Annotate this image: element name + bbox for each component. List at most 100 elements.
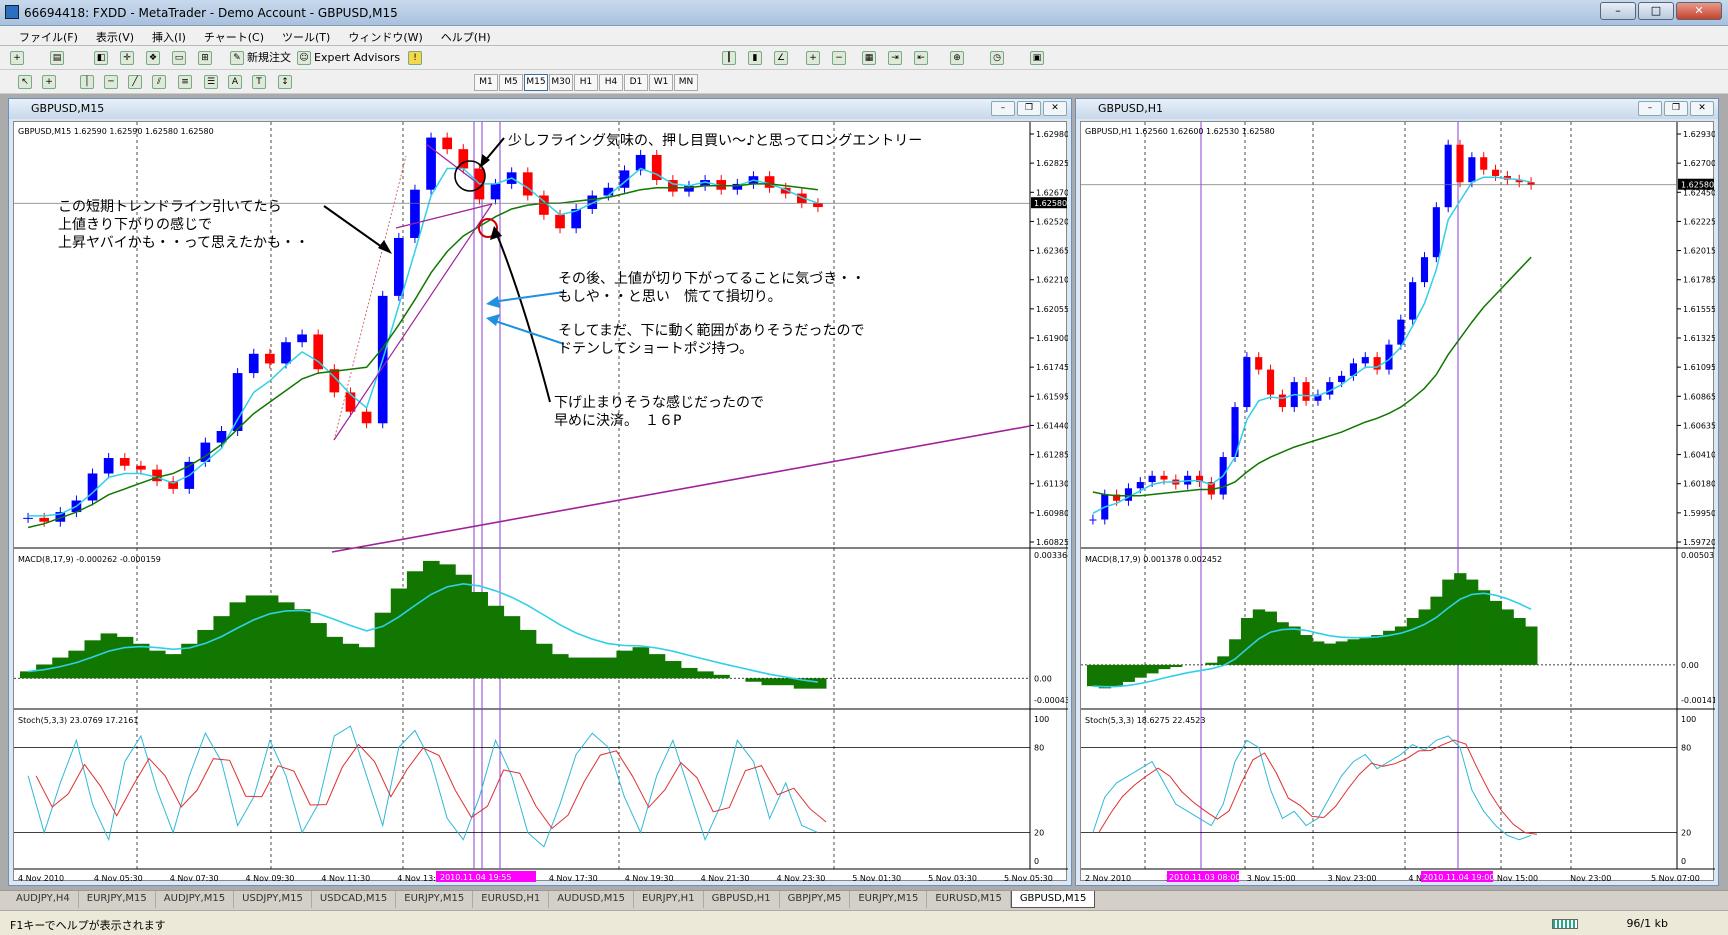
close-button[interactable]: ✕ xyxy=(1676,2,1722,20)
candle-body xyxy=(1480,157,1488,170)
line-chart-icon[interactable]: ∠ xyxy=(774,51,788,65)
chart-body[interactable]: 1.62980 1.62825 1.62670 1.62520 1.62365 1.622… xyxy=(13,121,1068,882)
chart-shift-icon[interactable]: ⇤ xyxy=(914,51,928,65)
chart-tab-gbpusd-h1[interactable]: GBPUSD,H1 xyxy=(704,891,780,908)
horizontal-line-icon[interactable]: ─ xyxy=(104,75,118,89)
candle-body xyxy=(1527,182,1535,185)
stoch-scale-label: 20 xyxy=(1034,829,1044,838)
macd-histogram-bar xyxy=(568,657,585,679)
fibo-fan-icon[interactable]: ☰ xyxy=(204,75,218,89)
chart-tab-gbpusd-m15[interactable]: GBPUSD,M15 xyxy=(1010,891,1096,908)
terminal-icon[interactable]: ▭ xyxy=(172,51,186,65)
timeframe-d1[interactable]: D1 xyxy=(624,74,648,91)
chart-close-button[interactable]: ✕ xyxy=(1043,101,1067,116)
macd-scale-label: 0.00 xyxy=(1681,661,1699,670)
profiles-icon[interactable]: ▤ xyxy=(50,51,64,65)
new-order-button[interactable]: ✎ 新規注文 xyxy=(230,49,291,67)
timeframe-m1[interactable]: M1 xyxy=(474,74,498,91)
chart-minimize-button[interactable]: – xyxy=(991,101,1015,116)
zoom-in-icon[interactable]: + xyxy=(806,51,820,65)
chart-tab-eurjpy-h1[interactable]: EURJPY,H1 xyxy=(634,891,704,908)
price-chart-h1[interactable]: 1.629301.627001.624501.622251.620151.617… xyxy=(1081,122,1715,882)
time-tick-label: Nov 23:00 xyxy=(1570,874,1611,882)
periods-icon[interactable]: ◷ xyxy=(990,51,1004,65)
macd-histogram-bar xyxy=(116,636,134,679)
chart-restore-button[interactable]: ❐ xyxy=(1017,101,1041,116)
maximize-button[interactable]: □ xyxy=(1638,2,1674,20)
new-chart-icon[interactable]: + xyxy=(10,51,24,65)
chart-window-gbpusd-m15[interactable]: GBPUSD,M15 – ❐ ✕ 1.62980 1.62825 1.62670 1.… xyxy=(8,98,1072,886)
chart-tab-eurusd-m15[interactable]: EURUSD,M15 xyxy=(927,891,1011,908)
chart-tab-usdjpy-m15[interactable]: USDJPY,M15 xyxy=(234,891,312,908)
menu-window[interactable]: ウィンドウ(W) xyxy=(339,26,431,45)
vertical-line-icon[interactable]: │ xyxy=(80,75,94,89)
indicators-icon[interactable]: ⊕ xyxy=(950,51,964,65)
text-icon[interactable]: A xyxy=(228,75,242,89)
status-help-text: F1キーでヘルプが表示されます xyxy=(10,919,166,932)
line-studies-toolbar: ↖ + │ ─ ╱ ⫽ ≡ ☰ A T ↕ M1 M5 M15 M30 H1 H… xyxy=(0,70,1728,94)
channel-icon[interactable]: ⫽ xyxy=(152,75,166,89)
chart-tab-audjpy-h4[interactable]: AUDJPY,H4 xyxy=(8,891,79,908)
fibonacci-icon[interactable]: ≡ xyxy=(178,75,192,89)
strategy-tester-icon[interactable]: ⊞ xyxy=(198,51,212,65)
chart-restore-button[interactable]: ❐ xyxy=(1664,101,1688,116)
chart-tab-eurjpy-m15[interactable]: EURJPY,M15 xyxy=(850,891,928,908)
chart-tab-audusd-m15[interactable]: AUDUSD,M15 xyxy=(549,891,635,908)
chart-body[interactable]: 1.62930 1.62700 1.62450 1.62225 1.62015 1.617… xyxy=(1080,121,1715,882)
price-tick-label: 1.60635 xyxy=(1683,421,1715,430)
timeframe-mn[interactable]: MN xyxy=(674,74,698,91)
zoom-out-icon[interactable]: − xyxy=(832,51,846,65)
macd-scale-label: -0.00141 xyxy=(1681,696,1715,705)
cursor-icon[interactable]: ↖ xyxy=(18,75,32,89)
trendline-icon[interactable]: ╱ xyxy=(128,75,142,89)
chart-tab-eurusd-h1[interactable]: EURUSD,H1 xyxy=(473,891,550,908)
templates-icon[interactable]: ▣ xyxy=(1030,51,1044,65)
macd-histogram-bar xyxy=(342,643,360,679)
annotation-stop-loss-1: その後、上値が切り下がってることに気づき・・ xyxy=(558,271,866,287)
timeframe-h1[interactable]: H1 xyxy=(574,74,598,91)
navigator-icon[interactable]: ❖ xyxy=(146,51,160,65)
macd-histogram-bar xyxy=(761,678,779,686)
text-label-icon[interactable]: T xyxy=(252,75,266,89)
chart-tab-eurjpy-m15[interactable]: EURJPY,M15 xyxy=(79,891,156,908)
menu-help[interactable]: ヘルプ(H) xyxy=(432,26,500,45)
minimize-button[interactable]: – xyxy=(1600,2,1636,20)
menu-chart[interactable]: チャート(C) xyxy=(195,26,273,45)
candle-body xyxy=(1267,369,1275,395)
chart-window-gbpusd-h1[interactable]: GBPUSD,H1 – ❐ ✕ 1.62930 1.62700 1.62450 1.6… xyxy=(1075,98,1719,886)
expert-advisors-button[interactable]: ☺ Expert Advisors xyxy=(297,49,400,67)
timeframe-w1[interactable]: W1 xyxy=(649,74,673,91)
menu-file[interactable]: ファイル(F) xyxy=(10,26,87,45)
chart-tab-usdcad-m15[interactable]: USDCAD,M15 xyxy=(312,891,397,908)
price-tick-label: 1.60410 xyxy=(1683,451,1715,460)
arrows-icon[interactable]: ↕ xyxy=(278,75,292,89)
tile-windows-icon[interactable]: ▦ xyxy=(862,51,876,65)
macd-histogram-bar xyxy=(1347,639,1360,665)
menu-view[interactable]: 表示(V) xyxy=(87,26,143,45)
timeframe-m15[interactable]: M15 xyxy=(524,74,548,91)
market-watch-icon[interactable]: ◧ xyxy=(94,51,108,65)
timeframe-m5[interactable]: M5 xyxy=(499,74,523,91)
candle-body xyxy=(281,342,291,364)
timeframe-h4[interactable]: H4 xyxy=(599,74,623,91)
chart-tab-eurjpy-m15[interactable]: EURJPY,M15 xyxy=(396,891,474,908)
chart-tab-gbpjpy-m5[interactable]: GBPJPY,M5 xyxy=(780,891,851,908)
chart-close-button[interactable]: ✕ xyxy=(1690,101,1714,116)
menu-tools[interactable]: ツール(T) xyxy=(273,26,339,45)
crosshair-icon[interactable]: + xyxy=(42,75,56,89)
candlestick-icon[interactable]: ▮ xyxy=(748,51,762,65)
candle-body xyxy=(1397,319,1405,345)
bar-chart-icon[interactable]: ┃ xyxy=(722,51,736,65)
macd-scale-label: 0.005031 xyxy=(1681,551,1715,560)
chart-minimize-button[interactable]: – xyxy=(1638,101,1662,116)
macd-histogram-bar xyxy=(809,678,827,689)
timeframe-m30[interactable]: M30 xyxy=(549,74,573,91)
auto-scroll-icon[interactable]: ⇥ xyxy=(888,51,902,65)
warning-icon[interactable]: ! xyxy=(408,51,422,65)
data-window-icon[interactable]: ✛ xyxy=(120,51,134,65)
price-tick-label: 1.62520 xyxy=(1036,217,1068,226)
chart-tab-audjpy-m15[interactable]: AUDJPY,M15 xyxy=(156,891,235,908)
menu-insert[interactable]: 挿入(I) xyxy=(143,26,195,45)
time-tick-label: 2 Nov 2010 xyxy=(1085,874,1131,882)
time-tick-label: 3 Nov 15:00 xyxy=(1247,874,1296,882)
